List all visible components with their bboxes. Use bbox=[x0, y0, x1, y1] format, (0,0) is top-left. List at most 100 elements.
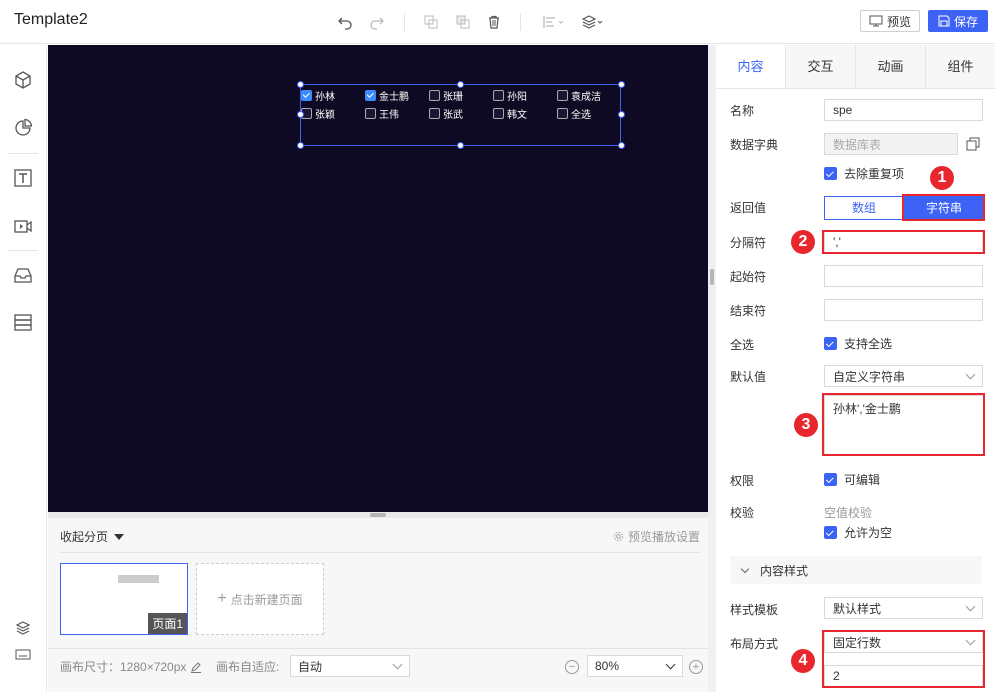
select-all-checkbox[interactable]: 支持全选 bbox=[824, 335, 892, 352]
copy-icon[interactable] bbox=[420, 11, 442, 33]
canvas-checkbox[interactable]: 袁成洁 bbox=[557, 88, 601, 103]
dedupe-checkbox[interactable]: 去除重复项 bbox=[824, 165, 904, 182]
canvas-checkbox-label: 张武 bbox=[443, 109, 463, 121]
tab-animation[interactable]: 动画 bbox=[856, 45, 926, 88]
canvas-checkbox[interactable]: 韩文 bbox=[493, 106, 527, 121]
splitter-grip[interactable] bbox=[710, 269, 714, 285]
thumbnail-preview bbox=[118, 575, 159, 583]
checkbox-group-component[interactable]: 孙林 金士鹏 张珊 孙阳 袁成洁张颖 王伟 张武 韩文 全选 bbox=[300, 84, 621, 146]
auto-fit-select[interactable]: 自动 bbox=[290, 655, 410, 677]
left-rail bbox=[0, 45, 47, 692]
resize-handle[interactable] bbox=[457, 81, 464, 88]
zoom-in-button[interactable]: + bbox=[689, 660, 703, 674]
content-style-title: 内容样式 bbox=[760, 563, 809, 578]
permission-label: 权限 bbox=[730, 474, 755, 488]
chevron-down-icon bbox=[740, 564, 750, 573]
resize-handle[interactable] bbox=[618, 81, 625, 88]
content-style-section[interactable]: 内容样式 bbox=[730, 556, 982, 584]
canvas-checkbox-label: 金士鹏 bbox=[379, 91, 409, 103]
edit-icon[interactable] bbox=[190, 661, 202, 673]
default-type-select[interactable]: 自定义字符串 bbox=[824, 365, 983, 387]
cube-icon[interactable] bbox=[12, 69, 34, 91]
pie-chart-icon[interactable] bbox=[12, 117, 34, 139]
zoom-select[interactable]: 80% bbox=[587, 655, 683, 677]
canvas-checkbox-label: 韩文 bbox=[507, 109, 527, 121]
canvas-checkbox[interactable]: 孙阳 bbox=[493, 88, 527, 103]
highlight-box-1 bbox=[902, 194, 985, 221]
copy-icon[interactable] bbox=[966, 137, 980, 154]
resize-handle[interactable] bbox=[457, 142, 464, 149]
pages-panel: 收起分页 预览播放设置 页面1 + 点击新建页面 画布尺寸：1280×720px… bbox=[48, 518, 708, 692]
video-icon[interactable] bbox=[12, 215, 34, 237]
layers-icon[interactable] bbox=[580, 11, 606, 33]
style-template-select[interactable]: 默认样式 bbox=[824, 597, 983, 619]
paste-icon[interactable] bbox=[452, 11, 474, 33]
resize-handle[interactable] bbox=[297, 111, 304, 118]
checkbox-checked-icon bbox=[824, 167, 837, 180]
page-thumbnail[interactable]: 页面1 bbox=[60, 563, 188, 635]
tab-interaction[interactable]: 交互 bbox=[786, 45, 856, 88]
monitor-icon bbox=[869, 15, 883, 27]
chevron-down-icon bbox=[392, 659, 403, 670]
start-input[interactable] bbox=[824, 265, 983, 287]
validate-label: 校验 bbox=[730, 506, 755, 520]
canvas-checkbox[interactable]: 王伟 bbox=[365, 106, 399, 121]
text-icon[interactable] bbox=[12, 167, 34, 189]
tab-content[interactable]: 内容 bbox=[716, 45, 786, 88]
divider bbox=[48, 648, 708, 649]
canvas-checkbox[interactable]: 张珊 bbox=[429, 88, 463, 103]
checkbox-unchecked-icon bbox=[429, 89, 440, 101]
keyboard-icon[interactable] bbox=[12, 643, 34, 665]
select-all-label: 全选 bbox=[730, 338, 755, 352]
resize-handle[interactable] bbox=[618, 111, 625, 118]
collapse-pages-toggle[interactable]: 收起分页 bbox=[60, 528, 125, 545]
marker-2: 2 bbox=[791, 230, 815, 254]
align-icon[interactable] bbox=[541, 11, 567, 33]
start-label: 起始符 bbox=[730, 270, 767, 284]
name-label: 名称 bbox=[730, 104, 755, 118]
delete-icon[interactable] bbox=[483, 11, 505, 33]
tab-component[interactable]: 组件 bbox=[926, 45, 995, 88]
inbox-icon[interactable] bbox=[12, 264, 34, 286]
redo-icon[interactable] bbox=[366, 11, 388, 33]
zoom-out-button[interactable]: − bbox=[565, 660, 579, 674]
return-array-option[interactable]: 数组 bbox=[824, 196, 904, 220]
canvas-checkbox[interactable]: 孙林 bbox=[301, 88, 335, 103]
canvas-checkbox[interactable]: 张武 bbox=[429, 106, 463, 121]
name-input[interactable]: spe bbox=[824, 99, 983, 121]
vertical-splitter[interactable] bbox=[708, 45, 716, 692]
highlight-box-4 bbox=[822, 630, 985, 688]
server-icon[interactable] bbox=[12, 311, 34, 333]
canvas-checkbox-label: 孙阳 bbox=[507, 91, 527, 103]
canvas-checkbox[interactable]: 张颖 bbox=[301, 106, 335, 121]
allow-empty-checkbox[interactable]: 允许为空 bbox=[824, 524, 892, 541]
default-type-value: 自定义字符串 bbox=[833, 369, 906, 384]
caret-down-icon bbox=[114, 533, 125, 540]
checkbox-checked-icon bbox=[824, 473, 837, 486]
splitter-grip[interactable] bbox=[370, 513, 386, 517]
canvas-checkbox[interactable]: 金士鹏 bbox=[365, 88, 409, 103]
end-input[interactable] bbox=[824, 299, 983, 321]
preview-button[interactable]: 预览 bbox=[860, 10, 920, 32]
resize-handle[interactable] bbox=[618, 142, 625, 149]
play-settings-link[interactable]: 预览播放设置 bbox=[613, 528, 700, 545]
undo-icon[interactable] bbox=[334, 11, 356, 33]
dict-placeholder: 数据库表 bbox=[833, 137, 882, 152]
return-label: 返回值 bbox=[730, 201, 767, 215]
page-label: 页面1 bbox=[148, 613, 187, 634]
chevron-down-icon bbox=[965, 601, 976, 612]
new-page-button[interactable]: + 点击新建页面 bbox=[196, 563, 324, 635]
resize-handle[interactable] bbox=[297, 81, 304, 88]
editable-checkbox[interactable]: 可编辑 bbox=[824, 471, 880, 488]
preview-label: 预览 bbox=[886, 14, 911, 29]
end-label: 结束符 bbox=[730, 304, 767, 318]
layer-stack-icon[interactable] bbox=[12, 617, 34, 639]
save-button[interactable]: 保存 bbox=[928, 10, 988, 32]
canvas-checkbox[interactable]: 全选 bbox=[557, 106, 591, 121]
resize-handle[interactable] bbox=[297, 142, 304, 149]
chevron-down-icon bbox=[965, 369, 976, 380]
canvas-checkbox-label: 张颖 bbox=[315, 109, 335, 121]
name-value: spe bbox=[833, 103, 853, 117]
gear-icon bbox=[613, 531, 624, 542]
checkbox-checked-icon bbox=[824, 526, 837, 539]
